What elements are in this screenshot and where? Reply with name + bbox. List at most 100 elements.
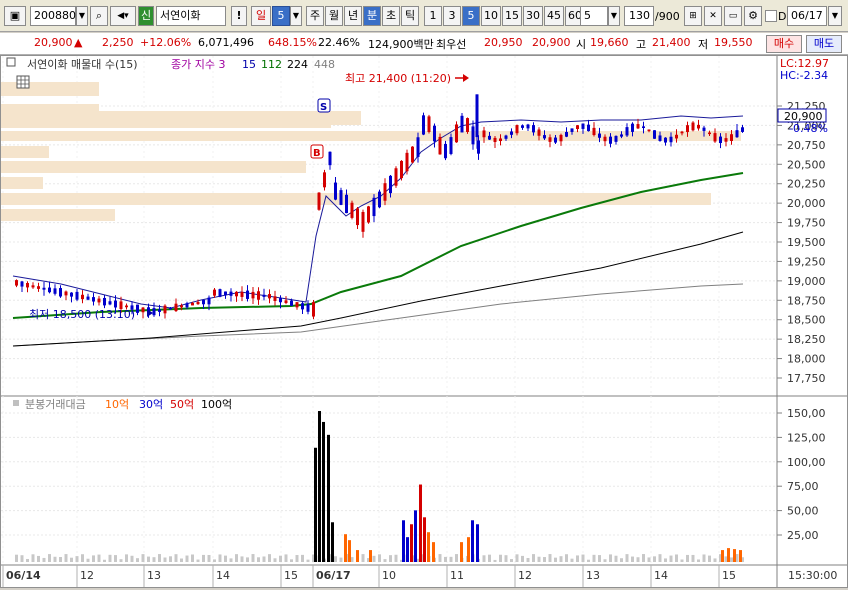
volume-bar (169, 556, 172, 562)
candle-body (730, 134, 733, 141)
candle-body (724, 138, 728, 142)
period-month-button[interactable]: 월 (325, 6, 343, 26)
volume-bar (423, 517, 426, 562)
best-bid-price: 20,900 (532, 36, 571, 49)
candle-body (735, 130, 739, 138)
volume-bar (526, 558, 530, 562)
x-axis-time: 15:30:00 (788, 569, 837, 582)
volume-bar (504, 555, 508, 562)
volume-bar (721, 550, 724, 562)
volume-tick-label: 100,00 (787, 456, 826, 469)
interval-button-45[interactable]: 45 (544, 6, 564, 26)
search-icon[interactable]: ⌕ (90, 6, 108, 26)
candle-body (537, 129, 541, 136)
period-year-button[interactable]: 년 (344, 6, 362, 26)
volume-bar (224, 555, 227, 562)
candle-body (125, 305, 128, 308)
period-day-button[interactable]: 일 (251, 6, 271, 26)
count-input[interactable]: 130 (624, 6, 654, 26)
volume-bar (598, 555, 601, 562)
candle-body (411, 146, 414, 163)
volume-bar (334, 556, 337, 562)
date-checkbox[interactable] (765, 10, 777, 22)
volume-bar (631, 556, 634, 562)
interval-button-1[interactable]: 1 (424, 6, 442, 26)
candle-body (367, 206, 370, 223)
volume-bar (119, 559, 123, 562)
ma-legend-112: 112 (261, 58, 282, 71)
buy-button[interactable]: 매수 (766, 35, 802, 53)
quote-bar: 20,900 ▲ 2,250 +12.06% 6,071,496 648.15%… (0, 33, 848, 55)
volume-bar (42, 557, 46, 562)
volume-bar (548, 554, 552, 562)
period-tick-button[interactable]: 틱 (401, 6, 419, 26)
price-tick-label: 20,750 (787, 139, 826, 152)
x-tick-label: 13 (586, 569, 600, 582)
candle-body (158, 309, 161, 312)
date-input[interactable]: 06/17 (787, 6, 827, 26)
interval-button-3[interactable]: 3 (443, 6, 461, 26)
sell-signal-marker[interactable]: S (317, 98, 331, 113)
volume-bar (642, 554, 645, 562)
interval-button-15[interactable]: 15 (502, 6, 522, 26)
stock-code-input[interactable]: 200880 (30, 6, 76, 26)
candle-body (444, 143, 447, 159)
volume-bar (410, 524, 413, 562)
volume-bar (727, 548, 730, 562)
stock-name-field[interactable]: 서연이화 (156, 6, 226, 26)
volume-bar (327, 434, 330, 562)
candle-body (306, 303, 310, 312)
interval-button-10[interactable]: 10 (481, 6, 501, 26)
candle-body (323, 172, 326, 188)
period-minute-button[interactable]: 분 (363, 6, 381, 26)
settings-gear-icon[interactable]: ⚙ (744, 6, 762, 26)
grid-toggle-icon[interactable] (16, 75, 30, 89)
period-value[interactable]: 5 (272, 6, 290, 26)
price-change: 2,250 (102, 36, 134, 49)
period-dropdown-icon[interactable]: ▼ (290, 6, 302, 26)
volume-bar (75, 556, 79, 562)
volume-bar (444, 556, 447, 562)
crosshair-icon[interactable]: ✕ (704, 6, 722, 26)
volume-bar (702, 554, 706, 562)
chart-canvas[interactable]: 21,25021,00020,75020,50020,25020,00019,7… (1, 56, 847, 587)
date-dropdown-icon[interactable]: ▼ (828, 6, 842, 26)
period-week-button[interactable]: 주 (306, 6, 324, 26)
indicator-icon[interactable]: ⊞ (684, 6, 702, 26)
candle-body (213, 289, 216, 296)
candle-body (317, 192, 321, 210)
alert-button[interactable]: ! (231, 6, 247, 26)
low-annotation: 최저 18,500 (13:10) (29, 308, 135, 321)
volume-bar (378, 554, 381, 562)
speaker-icon[interactable]: ◀▾ (110, 6, 136, 26)
volume-bar (471, 520, 474, 562)
save-icon[interactable]: ▭ (724, 6, 742, 26)
volume-bar (664, 558, 667, 562)
volume-bar (92, 555, 95, 562)
interval-dropdown-icon[interactable]: ▼ (608, 6, 620, 26)
layout-icon[interactable]: ▣ (4, 6, 26, 26)
sell-button[interactable]: 매도 (806, 35, 842, 53)
code-dropdown-icon[interactable]: ▼ (76, 6, 88, 26)
period-second-button[interactable]: 초 (382, 6, 400, 26)
buy-signal-marker[interactable]: B (310, 144, 324, 159)
volume-bar (493, 559, 497, 562)
volume-bar (147, 556, 150, 562)
interval-dropdown[interactable]: 5 (580, 6, 608, 26)
volume-bar (314, 447, 317, 562)
chart-panel[interactable]: 21,250 21,000 20,750 20,500 20,250 20,000 19,7… (0, 55, 848, 588)
volume-legend-name: 분봉거래대금 (25, 398, 86, 411)
volume-bar (543, 557, 546, 562)
x-tick-label: 14 (216, 569, 230, 582)
volume-profile-bar (1, 82, 99, 96)
volume-bar (383, 559, 387, 562)
candle-body (488, 135, 491, 140)
volume-bar (64, 554, 68, 562)
interval-button-30[interactable]: 30 (523, 6, 543, 26)
interval-button-5[interactable]: 5 (462, 6, 480, 26)
volume-bar (207, 554, 211, 562)
price-tick-label: 18,750 (787, 294, 826, 307)
volume-profile-bar (1, 161, 306, 173)
volume-legend-100: 100억 (201, 398, 232, 411)
credit-badge: 신 (138, 6, 154, 26)
